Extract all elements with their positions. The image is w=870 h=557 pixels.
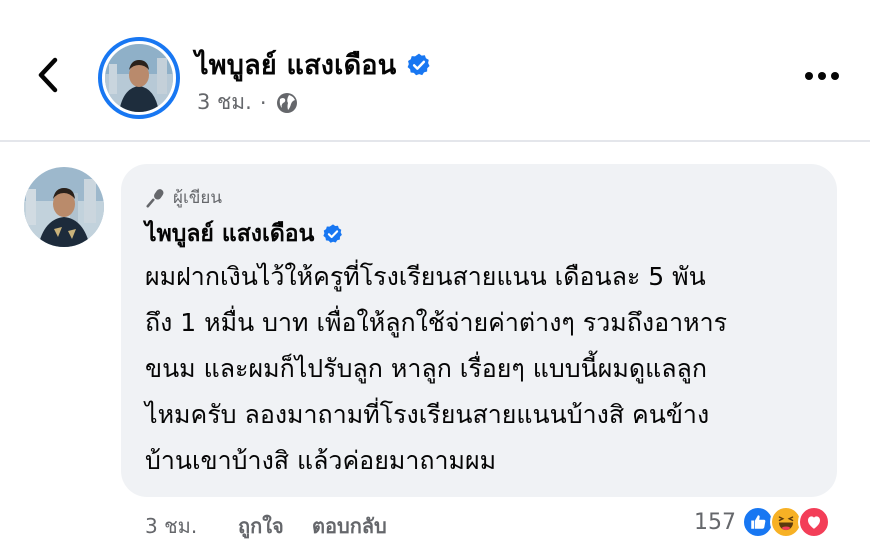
post-time[interactable]: 3 ชม. bbox=[197, 86, 252, 119]
header-author-name-text[interactable]: ไพบูลย์ แสงเดือน bbox=[195, 43, 396, 86]
header-divider bbox=[0, 140, 870, 142]
verified-badge-icon bbox=[323, 224, 343, 243]
comment-author-name[interactable]: ไพบูลย์ แสงเดือน bbox=[145, 216, 344, 252]
reaction-count[interactable]: 157 bbox=[694, 510, 736, 535]
comment-text: ผมฝากเงินไว้ให้ครูที่โรงเรียนสายแนน เดือ… bbox=[145, 254, 825, 484]
reaction-summary[interactable]: 157 bbox=[694, 506, 830, 538]
comment-text-line: ขนม และผมก็ไปรับลูก หาลูก เรื่อยๆ แบบนี้… bbox=[145, 354, 707, 383]
more-options-button[interactable] bbox=[800, 62, 844, 90]
meta-separator: · bbox=[259, 90, 267, 115]
like-button[interactable]: ถูกใจ bbox=[238, 510, 312, 542]
author-badge-label: ผู้เขียน bbox=[173, 188, 222, 208]
globe-icon bbox=[276, 92, 297, 113]
more-dots-icon bbox=[805, 72, 839, 80]
comment-text-line: ไหมครับ ลองมาถามที่โรงเรียนสายแนนบ้างสิ … bbox=[145, 400, 710, 429]
chevron-left-icon bbox=[38, 57, 58, 93]
reply-button[interactable]: ตอบกลับ bbox=[312, 510, 387, 542]
commenter-avatar[interactable] bbox=[24, 167, 104, 247]
microphone-icon bbox=[146, 188, 164, 208]
comment-text-line: บ้านเขาบ้างสิ แล้วค่อยมาถามผม bbox=[145, 446, 497, 475]
comment-text-line: ถึง 1 หมื่น บาท เพื่อให้ลูกใช้จ่ายค่าต่า… bbox=[145, 308, 728, 337]
comment-bubble: ผู้เขียน ไพบูลย์ แสงเดือน ผมฝากเงินไว้ให… bbox=[121, 164, 837, 497]
comment-author-name-text[interactable]: ไพบูลย์ แสงเดือน bbox=[145, 216, 314, 252]
back-button[interactable] bbox=[28, 52, 68, 98]
verified-badge-icon bbox=[408, 53, 430, 75]
header-author-name[interactable]: ไพบูลย์ แสงเดือน bbox=[195, 43, 432, 86]
love-reaction-icon bbox=[798, 506, 830, 538]
profile-photo bbox=[105, 44, 173, 112]
author-avatar[interactable] bbox=[98, 37, 180, 119]
author-badge: ผู้เขียน bbox=[145, 184, 222, 211]
comment-time[interactable]: 3 ชม. bbox=[145, 510, 238, 542]
post-meta: 3 ชม. · bbox=[197, 86, 299, 119]
comment-actions: 3 ชม. ถูกใจ ตอบกลับ bbox=[145, 510, 387, 542]
post-header: ไพบูลย์ แสงเดือน 3 ชม. · bbox=[0, 0, 870, 140]
commenter-profile-photo bbox=[24, 167, 104, 247]
comment-text-line: ผมฝากเงินไว้ให้ครูที่โรงเรียนสายแนน เดือ… bbox=[145, 262, 706, 291]
